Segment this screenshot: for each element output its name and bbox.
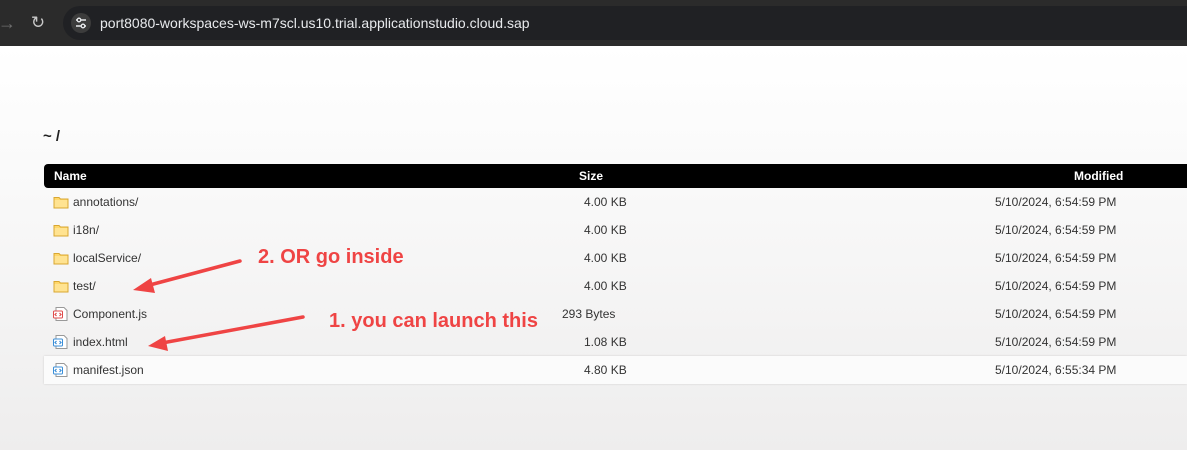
table-header: Name Size Modified [44,164,1187,188]
file-name-link[interactable]: localService/ [73,251,141,265]
folder-icon [53,225,69,237]
file-size: 4.00 KB [584,251,627,265]
table-row[interactable]: manifest.json 4.80 KB 5/10/2024, 6:55:34 P… [44,356,1187,384]
js-file-icon [53,307,68,321]
folder-icon [53,253,69,265]
file-name-link[interactable]: i18n/ [73,223,99,237]
table-row[interactable]: i18n/4.00 KB 5/10/2024, 6:54:59 PM [44,216,1187,244]
file-name-link[interactable]: manifest.json [73,363,144,377]
file-name-link[interactable]: annotations/ [73,195,138,209]
file-modified: 5/10/2024, 6:54:59 PM [995,195,1117,209]
page-title: ~ / [43,128,61,145]
table-row[interactable]: test/4.00 KB 5/10/2024, 6:54:59 PM [44,272,1187,300]
annotation-go-inside: 2. OR go inside [258,246,404,268]
file-size: 1.08 KB [584,335,627,349]
browser-toolbar: → ↻ port8080-workspaces-ws-m7scl.us10.tr… [0,0,1187,46]
column-header-modified[interactable]: Modified [1074,169,1123,183]
folder-icon [53,281,69,293]
table-row[interactable]: localService/4.00 KB 5/10/2024, 6:54:59 P… [44,244,1187,272]
file-modified: 5/10/2024, 6:54:59 PM [995,223,1117,237]
site-settings-icon[interactable] [71,13,91,33]
file-name-link[interactable]: test/ [73,279,96,293]
file-modified: 5/10/2024, 6:55:34 PM [995,363,1117,377]
file-modified: 5/10/2024, 6:54:59 PM [995,251,1117,265]
table-row[interactable]: index.html 1.08 KB 5/10/2024, 6:54:59 PM [44,328,1187,356]
column-header-size[interactable]: Size [579,169,603,183]
folder-icon [53,197,69,209]
column-header-name[interactable]: Name [54,169,87,183]
html-file-icon [53,335,68,349]
file-size: 4.00 KB [584,223,627,237]
file-size: 293 Bytes [562,307,616,321]
file-table: Name Size Modified annotations/4.00 KB 5/… [44,164,1187,384]
forward-arrow-icon[interactable]: → [0,12,16,34]
file-name-link[interactable]: Component.js [73,307,147,321]
file-modified: 5/10/2024, 6:54:59 PM [995,307,1117,321]
json-file-icon [53,363,68,377]
url-text[interactable]: port8080-workspaces-ws-m7scl.us10.trial.… [100,14,530,32]
file-size: 4.80 KB [584,363,627,377]
file-modified: 5/10/2024, 6:54:59 PM [995,335,1117,349]
file-size: 4.00 KB [584,195,627,209]
reload-icon[interactable]: ↻ [28,12,48,34]
table-row[interactable]: Component.js 293 Bytes 5/10/2024, 6:54:59 … [44,300,1187,328]
directory-listing-page: ~ / Name Size Modified annotations/4.00 … [0,46,1187,450]
file-name-link[interactable]: index.html [73,335,128,349]
address-bar[interactable]: port8080-workspaces-ws-m7scl.us10.trial.… [63,6,1187,40]
file-modified: 5/10/2024, 6:54:59 PM [995,279,1117,293]
file-size: 4.00 KB [584,279,627,293]
table-row[interactable]: annotations/4.00 KB 5/10/2024, 6:54:59 PM [44,188,1187,216]
annotation-launch: 1. you can launch this [329,310,538,332]
